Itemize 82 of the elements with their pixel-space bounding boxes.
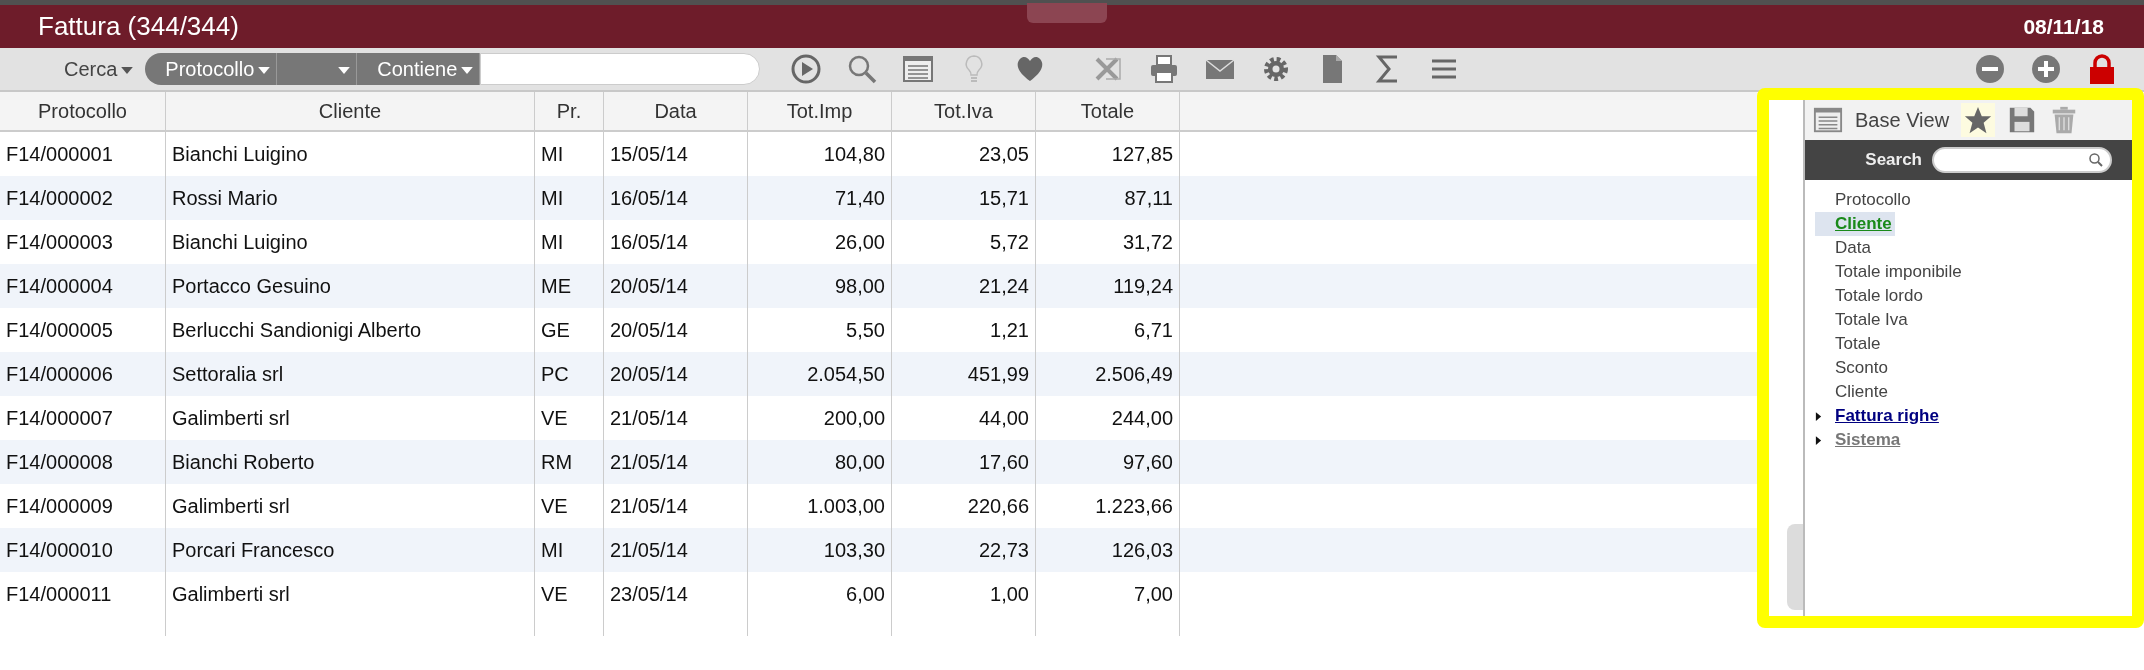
drawer-handle[interactable] xyxy=(1027,3,1107,23)
table-cell: 22,73 xyxy=(892,528,1036,572)
add-icon[interactable] xyxy=(2030,53,2062,85)
table-cell: 21/05/14 xyxy=(604,440,748,484)
column-header[interactable]: Pr. xyxy=(535,92,604,130)
search-mode-dropdown[interactable]: Cerca xyxy=(64,57,134,81)
table-cell: 87,11 xyxy=(1036,176,1180,220)
table-cell: F14/000004 xyxy=(0,264,166,308)
column-header[interactable]: Tot.Imp xyxy=(748,92,892,130)
caret-icon xyxy=(338,66,351,74)
table-cell: 7,00 xyxy=(1036,572,1180,616)
list-icon[interactable] xyxy=(1813,105,1843,135)
column-header[interactable]: Protocollo xyxy=(0,92,166,130)
field-item[interactable]: Data xyxy=(1835,238,1871,258)
table-cell: F14/000002 xyxy=(0,176,166,220)
caret-icon xyxy=(461,66,474,74)
field-item[interactable]: Protocollo xyxy=(1835,190,1911,210)
list-icon[interactable] xyxy=(902,53,935,85)
table-cell: PC xyxy=(535,352,604,396)
table-cell: F14/000011 xyxy=(0,572,166,616)
table-cell: 21/05/14 xyxy=(604,528,748,572)
field-item[interactable]: Cliente xyxy=(1835,382,1888,402)
search-icon xyxy=(2088,152,2104,168)
field-item[interactable]: Totale Iva xyxy=(1835,310,1908,330)
table-cell: 71,40 xyxy=(748,176,892,220)
column-header[interactable]: Cliente xyxy=(166,92,535,130)
column-header[interactable]: Tot.Iva xyxy=(892,92,1036,130)
table-cell: 20/05/14 xyxy=(604,264,748,308)
table-cell: VE xyxy=(535,572,604,616)
table-cell: 16/05/14 xyxy=(604,176,748,220)
table-cell: F14/000010 xyxy=(0,528,166,572)
play-icon[interactable] xyxy=(790,53,823,85)
field-item[interactable]: Totale imponibile xyxy=(1835,262,1962,282)
field-item[interactable]: Cliente xyxy=(1835,214,1892,234)
table-cell: 2.054,50 xyxy=(748,352,892,396)
table-cell: F14/000006 xyxy=(0,352,166,396)
remove-icon[interactable] xyxy=(1974,53,2006,85)
search-input[interactable] xyxy=(480,53,761,85)
table-cell: 23/05/14 xyxy=(604,572,748,616)
table-cell: Rossi Mario xyxy=(166,176,535,220)
table-cell: 80,00 xyxy=(748,440,892,484)
search-field[interactable] xyxy=(1932,147,2112,173)
table-cell: 451,99 xyxy=(892,352,1036,396)
table-cell: Porcari Francesco xyxy=(166,528,535,572)
table-cell: 98,00 xyxy=(748,264,892,308)
table-cell: 21,24 xyxy=(892,264,1036,308)
table-cell: 97,60 xyxy=(1036,440,1180,484)
caret-icon xyxy=(121,66,134,74)
table-cell: RM xyxy=(535,440,604,484)
date-label: 08/11/18 xyxy=(2023,14,2104,39)
caret-icon xyxy=(258,66,271,74)
table-cell: Settoralia srl xyxy=(166,352,535,396)
column-header[interactable]: Data xyxy=(604,92,748,130)
table-cell: 126,03 xyxy=(1036,528,1180,572)
field-dropdown[interactable]: Protocollo xyxy=(145,53,278,85)
group-link[interactable]: Fattura righe xyxy=(1835,406,1939,426)
view-title: Base View xyxy=(1855,108,1950,132)
scrollbar-thumb[interactable] xyxy=(1787,524,1803,610)
table-cell: 2.506,49 xyxy=(1036,352,1180,396)
field-item[interactable]: Sconto xyxy=(1835,358,1888,378)
field-item[interactable]: Totale xyxy=(1835,334,1881,354)
search-label: Search xyxy=(1865,150,1922,170)
table-cell: MI xyxy=(535,176,604,220)
table-cell: F14/000008 xyxy=(0,440,166,484)
table-cell: 20/05/14 xyxy=(604,352,748,396)
condition-dropdown[interactable]: Contiene xyxy=(357,53,481,85)
expand-icon[interactable] xyxy=(1815,410,1822,422)
table-cell: 17,60 xyxy=(892,440,1036,484)
table-cell: 103,30 xyxy=(748,528,892,572)
column-header[interactable]: Totale xyxy=(1036,92,1180,130)
table-cell: Galimberti srl xyxy=(166,572,535,616)
table-cell: Portacco Gesuino xyxy=(166,264,535,308)
table-cell: 119,24 xyxy=(1036,264,1180,308)
table-cell: Bianchi Roberto xyxy=(166,440,535,484)
table-cell: MI xyxy=(535,528,604,572)
table-cell: ME xyxy=(535,264,604,308)
field-item[interactable]: Totale lordo xyxy=(1835,286,1923,306)
table-cell: 1,00 xyxy=(892,572,1036,616)
table-cell: 15,71 xyxy=(892,176,1036,220)
window-title: Fattura (344/344) xyxy=(38,11,239,42)
search-icon[interactable] xyxy=(846,53,879,85)
table-cell: 6,00 xyxy=(748,572,892,616)
